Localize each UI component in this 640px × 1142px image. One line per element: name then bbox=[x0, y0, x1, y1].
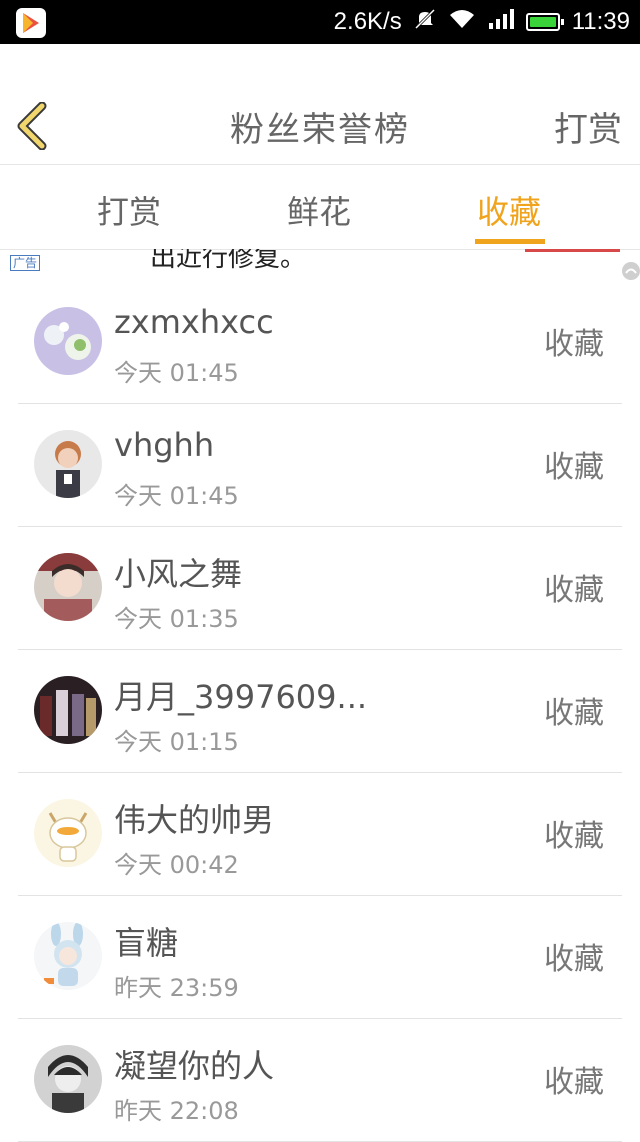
tab-bar: 打赏 鲜花 收藏 bbox=[0, 165, 640, 250]
action-label: 收藏 bbox=[544, 942, 604, 977]
timestamp: 今天 01:15 bbox=[114, 728, 239, 756]
avatar bbox=[34, 430, 102, 498]
list-item[interactable]: vhghh 今天 01:45 收藏 bbox=[18, 404, 622, 527]
user-name: 小风之舞 bbox=[114, 555, 243, 593]
user-name: 月月_3997609... bbox=[114, 678, 368, 716]
list-item[interactable]: 月月_3997609... 今天 01:15 收藏 bbox=[18, 650, 622, 773]
clock: 11:39 bbox=[571, 8, 630, 35]
page-title: 粉丝荣誉榜 bbox=[230, 110, 410, 150]
timestamp: 昨天 22:08 bbox=[114, 1097, 239, 1125]
ad-badge: 广告 bbox=[10, 255, 41, 271]
tab-flowers[interactable]: 鲜花 bbox=[287, 187, 351, 233]
tab-reward[interactable]: 打赏 bbox=[97, 187, 161, 233]
avatar bbox=[34, 676, 102, 744]
list-item[interactable]: 盲糖 昨天 23:59 收藏 bbox=[18, 896, 622, 1019]
action-label: 收藏 bbox=[544, 696, 604, 731]
wifi-icon bbox=[448, 8, 476, 37]
avatar bbox=[34, 799, 102, 867]
avatar bbox=[34, 922, 102, 990]
action-label: 收藏 bbox=[544, 573, 604, 608]
ad-banner[interactable]: 广告 出近行修复。 bbox=[0, 249, 640, 275]
list-item[interactable]: 伟大的帅男 今天 00:42 收藏 bbox=[18, 773, 622, 896]
fan-list: zxmxhxcc 今天 01:45 收藏 vhghh 今天 01:45 收藏 小… bbox=[18, 281, 622, 1142]
signal-icon bbox=[488, 8, 514, 37]
timestamp: 今天 00:42 bbox=[114, 851, 239, 879]
user-name: 盲糖 bbox=[114, 924, 179, 962]
list-item[interactable]: 凝望你的人 昨天 22:08 收藏 bbox=[18, 1019, 622, 1142]
user-name: zxmxhxcc bbox=[114, 303, 274, 341]
action-label: 收藏 bbox=[544, 819, 604, 854]
battery-icon bbox=[525, 13, 564, 31]
user-name: vhghh bbox=[114, 426, 215, 464]
user-name: 伟大的帅男 bbox=[114, 801, 275, 839]
header: 粉丝荣誉榜 打赏 bbox=[0, 44, 640, 165]
list-item[interactable]: zxmxhxcc 今天 01:45 收藏 bbox=[18, 281, 622, 404]
avatar bbox=[34, 1045, 102, 1113]
tab-active-indicator bbox=[475, 239, 545, 244]
network-speed: 2.6K/s bbox=[333, 8, 402, 35]
list-item[interactable]: 小风之舞 今天 01:35 收藏 bbox=[18, 527, 622, 650]
user-name: 凝望你的人 bbox=[114, 1047, 275, 1085]
timestamp: 昨天 23:59 bbox=[114, 974, 239, 1002]
play-store-icon bbox=[16, 8, 46, 38]
action-label: 收藏 bbox=[544, 1065, 604, 1100]
ad-accent bbox=[525, 249, 620, 252]
action-label: 收藏 bbox=[544, 450, 604, 485]
timestamp: 今天 01:35 bbox=[114, 605, 239, 633]
status-bar: 2.6K/s 11:39 bbox=[0, 0, 640, 44]
avatar bbox=[34, 307, 102, 375]
timestamp: 今天 01:45 bbox=[114, 482, 239, 510]
tab-favorites[interactable]: 收藏 bbox=[477, 187, 541, 233]
mute-icon bbox=[414, 8, 436, 37]
ad-close-icon[interactable] bbox=[622, 262, 640, 280]
reward-button[interactable]: 打赏 bbox=[554, 102, 622, 151]
timestamp: 今天 01:45 bbox=[114, 359, 239, 387]
ad-text: 出近行修复。 bbox=[150, 249, 307, 273]
avatar bbox=[34, 553, 102, 621]
action-label: 收藏 bbox=[544, 327, 604, 362]
